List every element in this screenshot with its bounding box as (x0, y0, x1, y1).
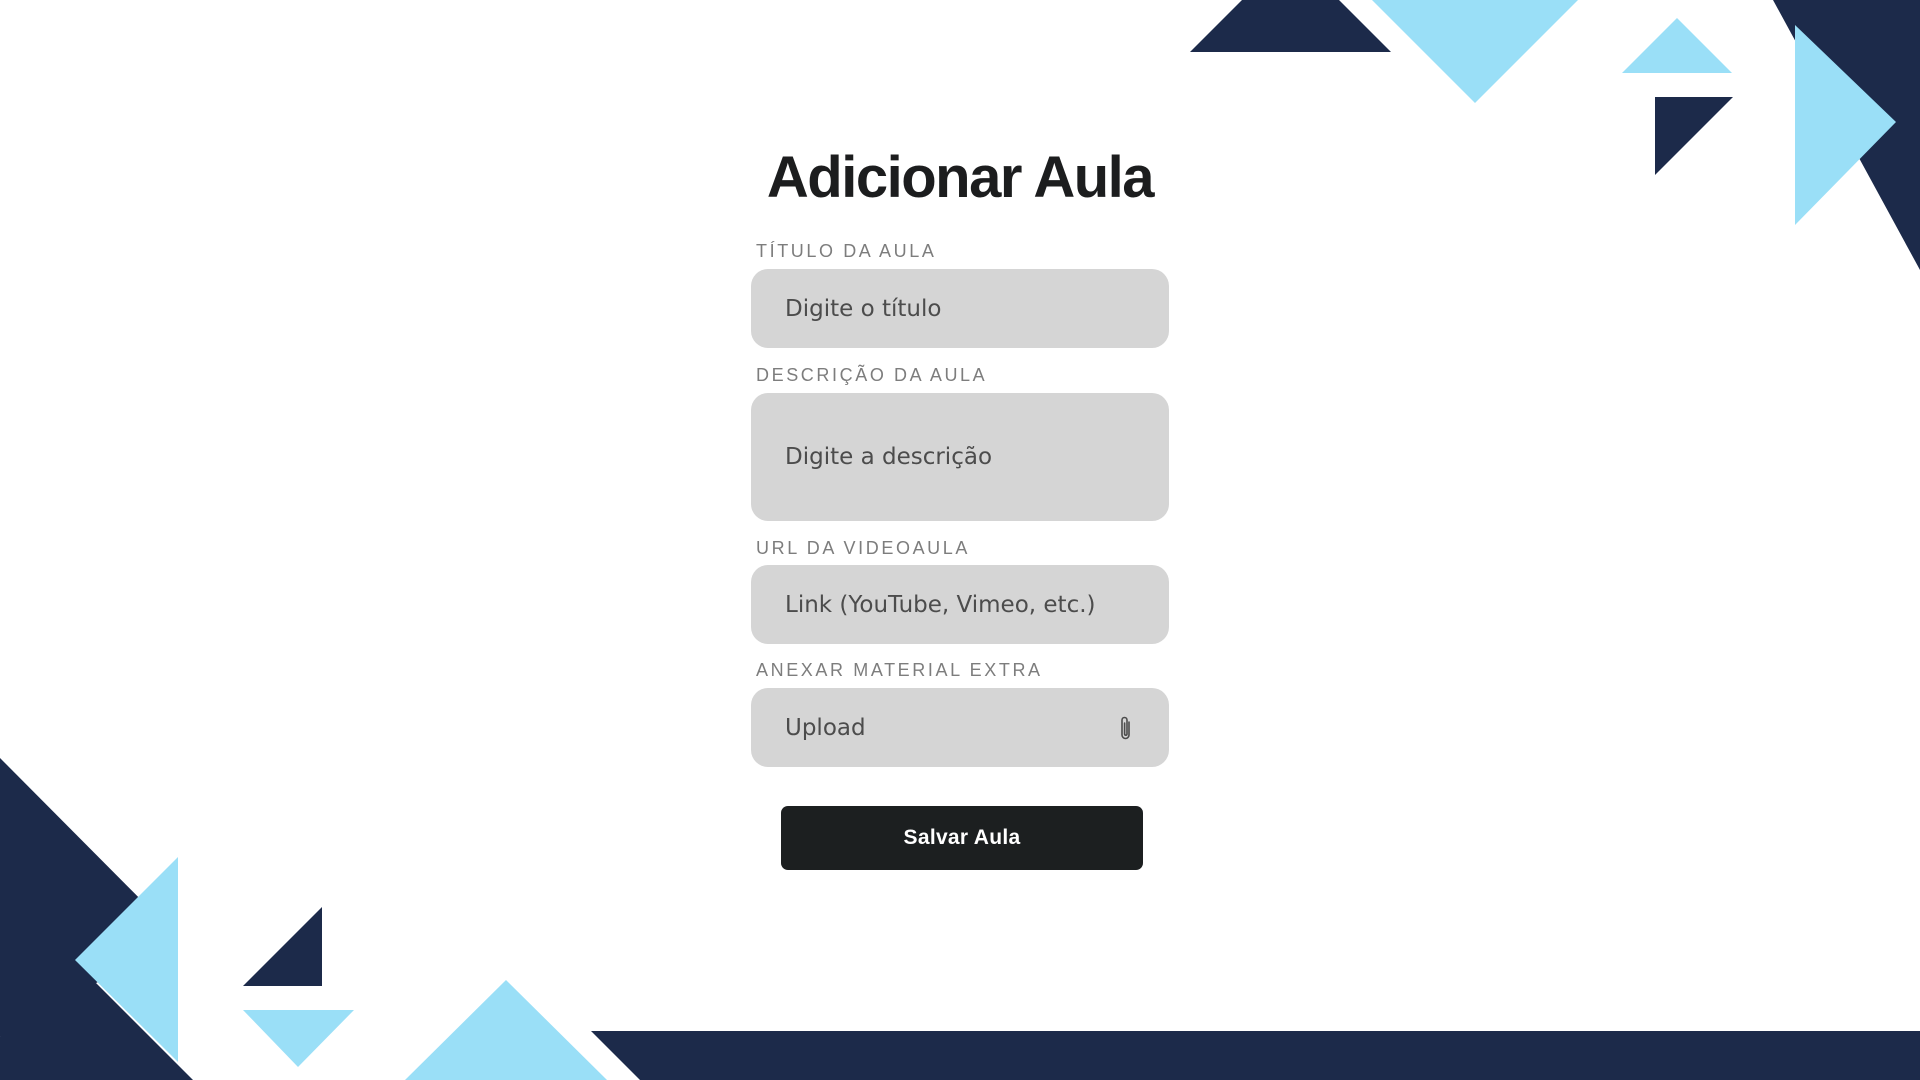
description-field-label: DESCRIÇÃO DA AULA (756, 365, 988, 385)
decor-triangle-lightblue (1372, 0, 1578, 103)
decor-bottom-band (591, 1031, 1920, 1080)
decor-triangle-lightblue (243, 1010, 354, 1067)
title-field[interactable] (751, 269, 1169, 348)
decor-triangle-navy (243, 907, 322, 986)
url-input[interactable] (785, 591, 1135, 618)
decor-triangle-lightblue (1622, 18, 1732, 73)
url-field[interactable] (751, 565, 1169, 644)
description-field[interactable] (751, 393, 1169, 521)
save-lesson-button[interactable]: Salvar Aula (781, 806, 1143, 870)
upload-placeholder: Upload (785, 714, 866, 741)
title-input[interactable] (785, 295, 1135, 322)
page-title: Adicionar Aula (766, 145, 1155, 210)
attachment-field-label: ANEXAR MATERIAL EXTRA (756, 660, 1043, 680)
upload-field[interactable]: Upload (751, 688, 1169, 767)
paperclip-icon[interactable] (1117, 714, 1135, 742)
title-field-label: TÍTULO DA AULA (756, 241, 937, 261)
url-field-label: URL DA VIDEOAULA (756, 538, 970, 558)
decor-triangle-lightblue (405, 980, 607, 1080)
decor-triangle-navy (1655, 97, 1733, 175)
decor-triangle-navy (1190, 0, 1391, 52)
description-input[interactable] (785, 442, 1135, 472)
